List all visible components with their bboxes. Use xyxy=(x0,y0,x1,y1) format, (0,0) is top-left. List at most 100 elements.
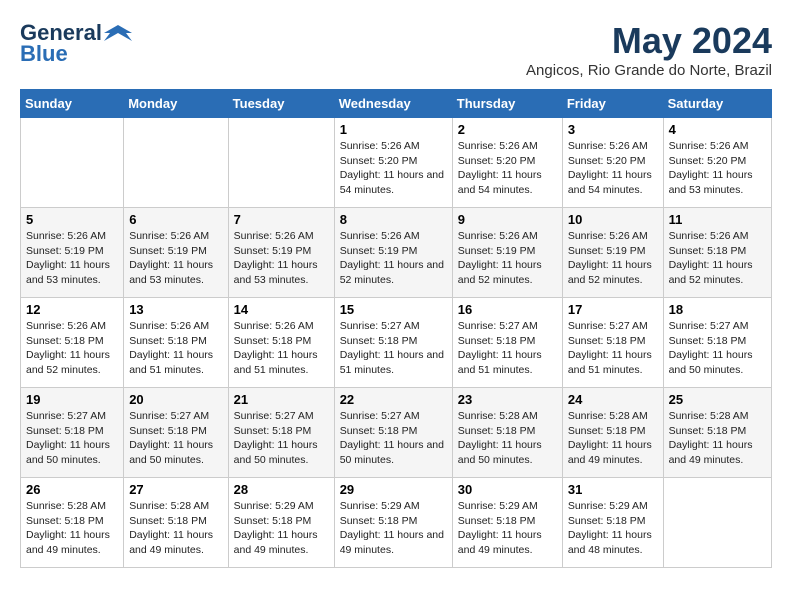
day-info: Sunrise: 5:26 AMSunset: 5:19 PMDaylight:… xyxy=(458,229,557,288)
day-number: 7 xyxy=(234,212,329,227)
calendar-table: SundayMondayTuesdayWednesdayThursdayFrid… xyxy=(20,89,772,568)
sunset-text: Sunset: 5:18 PM xyxy=(26,334,118,349)
day-number: 11 xyxy=(669,212,766,227)
daylight-text: Daylight: 11 hours and 52 minutes. xyxy=(26,348,118,377)
week-row-5: 26Sunrise: 5:28 AMSunset: 5:18 PMDayligh… xyxy=(21,478,772,568)
weekday-header-thursday: Thursday xyxy=(452,90,562,118)
sunrise-text: Sunrise: 5:26 AM xyxy=(669,139,766,154)
day-info: Sunrise: 5:28 AMSunset: 5:18 PMDaylight:… xyxy=(568,409,658,468)
day-number: 1 xyxy=(340,122,447,137)
calendar-cell: 22Sunrise: 5:27 AMSunset: 5:18 PMDayligh… xyxy=(334,388,452,478)
weekday-header-row: SundayMondayTuesdayWednesdayThursdayFrid… xyxy=(21,90,772,118)
daylight-text: Daylight: 11 hours and 49 minutes. xyxy=(568,438,658,467)
daylight-text: Daylight: 11 hours and 52 minutes. xyxy=(669,258,766,287)
calendar-cell: 3Sunrise: 5:26 AMSunset: 5:20 PMDaylight… xyxy=(562,118,663,208)
daylight-text: Daylight: 11 hours and 54 minutes. xyxy=(568,168,658,197)
day-info: Sunrise: 5:26 AMSunset: 5:19 PMDaylight:… xyxy=(129,229,222,288)
sunrise-text: Sunrise: 5:26 AM xyxy=(669,229,766,244)
day-number: 14 xyxy=(234,302,329,317)
sunrise-text: Sunrise: 5:29 AM xyxy=(568,499,658,514)
sunset-text: Sunset: 5:18 PM xyxy=(669,244,766,259)
week-row-3: 12Sunrise: 5:26 AMSunset: 5:18 PMDayligh… xyxy=(21,298,772,388)
sunrise-text: Sunrise: 5:26 AM xyxy=(129,229,222,244)
day-number: 30 xyxy=(458,482,557,497)
sunrise-text: Sunrise: 5:26 AM xyxy=(26,319,118,334)
calendar-cell: 12Sunrise: 5:26 AMSunset: 5:18 PMDayligh… xyxy=(21,298,124,388)
day-number: 6 xyxy=(129,212,222,227)
day-number: 29 xyxy=(340,482,447,497)
sunset-text: Sunset: 5:18 PM xyxy=(26,424,118,439)
day-info: Sunrise: 5:29 AMSunset: 5:18 PMDaylight:… xyxy=(234,499,329,558)
sunset-text: Sunset: 5:18 PM xyxy=(669,334,766,349)
day-info: Sunrise: 5:27 AMSunset: 5:18 PMDaylight:… xyxy=(568,319,658,378)
calendar-cell: 9 Sunrise: 5:26 AMSunset: 5:19 PMDaylight… xyxy=(452,208,562,298)
sunrise-text: Sunrise: 5:27 AM xyxy=(340,319,447,334)
sunset-text: Sunset: 5:18 PM xyxy=(458,424,557,439)
day-info: Sunrise: 5:26 AMSunset: 5:20 PMDaylight:… xyxy=(669,139,766,198)
sunset-text: Sunset: 5:18 PM xyxy=(458,514,557,529)
calendar-cell: 31Sunrise: 5:29 AMSunset: 5:18 PMDayligh… xyxy=(562,478,663,568)
sunrise-text: Sunrise: 5:27 AM xyxy=(568,319,658,334)
week-row-4: 19Sunrise: 5:27 AMSunset: 5:18 PMDayligh… xyxy=(21,388,772,478)
sunset-text: Sunset: 5:20 PM xyxy=(340,154,447,169)
sunset-text: Sunset: 5:18 PM xyxy=(234,514,329,529)
calendar-cell: 1 Sunrise: 5:26 AMSunset: 5:20 PMDaylight… xyxy=(334,118,452,208)
daylight-text: Daylight: 11 hours and 54 minutes. xyxy=(340,168,447,197)
calendar-cell xyxy=(228,118,334,208)
calendar-cell: 5Sunrise: 5:26 AMSunset: 5:19 PMDaylight… xyxy=(21,208,124,298)
day-info: Sunrise: 5:26 AMSunset: 5:19 PMDaylight:… xyxy=(26,229,118,288)
week-row-2: 5Sunrise: 5:26 AMSunset: 5:19 PMDaylight… xyxy=(21,208,772,298)
sunrise-text: Sunrise: 5:26 AM xyxy=(26,229,118,244)
day-number: 9 xyxy=(458,212,557,227)
sunset-text: Sunset: 5:19 PM xyxy=(568,244,658,259)
sunrise-text: Sunrise: 5:29 AM xyxy=(234,499,329,514)
day-info: Sunrise: 5:27 AMSunset: 5:18 PMDaylight:… xyxy=(669,319,766,378)
day-info: Sunrise: 5:29 AMSunset: 5:18 PMDaylight:… xyxy=(340,499,447,558)
day-info: Sunrise: 5:26 AMSunset: 5:20 PMDaylight:… xyxy=(458,139,557,198)
sunset-text: Sunset: 5:18 PM xyxy=(568,334,658,349)
sunset-text: Sunset: 5:18 PM xyxy=(340,514,447,529)
sunset-text: Sunset: 5:20 PM xyxy=(568,154,658,169)
day-number: 24 xyxy=(568,392,658,407)
day-number: 25 xyxy=(669,392,766,407)
day-number: 28 xyxy=(234,482,329,497)
sunrise-text: Sunrise: 5:26 AM xyxy=(568,229,658,244)
day-info: Sunrise: 5:27 AMSunset: 5:18 PMDaylight:… xyxy=(340,409,447,468)
calendar-cell: 17Sunrise: 5:27 AMSunset: 5:18 PMDayligh… xyxy=(562,298,663,388)
sunset-text: Sunset: 5:19 PM xyxy=(234,244,329,259)
daylight-text: Daylight: 11 hours and 49 minutes. xyxy=(129,528,222,557)
day-info: Sunrise: 5:27 AMSunset: 5:18 PMDaylight:… xyxy=(234,409,329,468)
day-info: Sunrise: 5:28 AMSunset: 5:18 PMDaylight:… xyxy=(458,409,557,468)
weekday-header-monday: Monday xyxy=(124,90,228,118)
sunrise-text: Sunrise: 5:27 AM xyxy=(669,319,766,334)
daylight-text: Daylight: 11 hours and 50 minutes. xyxy=(234,438,329,467)
day-info: Sunrise: 5:27 AMSunset: 5:18 PMDaylight:… xyxy=(129,409,222,468)
sunrise-text: Sunrise: 5:27 AM xyxy=(234,409,329,424)
calendar-cell: 30Sunrise: 5:29 AMSunset: 5:18 PMDayligh… xyxy=(452,478,562,568)
day-number: 31 xyxy=(568,482,658,497)
sunrise-text: Sunrise: 5:26 AM xyxy=(234,319,329,334)
weekday-header-tuesday: Tuesday xyxy=(228,90,334,118)
day-info: Sunrise: 5:27 AMSunset: 5:18 PMDaylight:… xyxy=(26,409,118,468)
daylight-text: Daylight: 11 hours and 49 minutes. xyxy=(26,528,118,557)
sunrise-text: Sunrise: 5:29 AM xyxy=(340,499,447,514)
sunset-text: Sunset: 5:19 PM xyxy=(129,244,222,259)
day-number: 27 xyxy=(129,482,222,497)
sunset-text: Sunset: 5:18 PM xyxy=(568,424,658,439)
weekday-header-saturday: Saturday xyxy=(663,90,771,118)
daylight-text: Daylight: 11 hours and 50 minutes. xyxy=(129,438,222,467)
sunrise-text: Sunrise: 5:28 AM xyxy=(669,409,766,424)
calendar-cell: 26Sunrise: 5:28 AMSunset: 5:18 PMDayligh… xyxy=(21,478,124,568)
daylight-text: Daylight: 11 hours and 49 minutes. xyxy=(340,528,447,557)
day-info: Sunrise: 5:26 AMSunset: 5:20 PMDaylight:… xyxy=(340,139,447,198)
sunset-text: Sunset: 5:19 PM xyxy=(340,244,447,259)
calendar-cell: 25Sunrise: 5:28 AMSunset: 5:18 PMDayligh… xyxy=(663,388,771,478)
calendar-cell: 13Sunrise: 5:26 AMSunset: 5:18 PMDayligh… xyxy=(124,298,228,388)
sunset-text: Sunset: 5:18 PM xyxy=(568,514,658,529)
weekday-header-friday: Friday xyxy=(562,90,663,118)
sunset-text: Sunset: 5:18 PM xyxy=(340,424,447,439)
daylight-text: Daylight: 11 hours and 53 minutes. xyxy=(26,258,118,287)
sunrise-text: Sunrise: 5:26 AM xyxy=(458,229,557,244)
day-info: Sunrise: 5:26 AMSunset: 5:20 PMDaylight:… xyxy=(568,139,658,198)
calendar-cell: 2Sunrise: 5:26 AMSunset: 5:20 PMDaylight… xyxy=(452,118,562,208)
